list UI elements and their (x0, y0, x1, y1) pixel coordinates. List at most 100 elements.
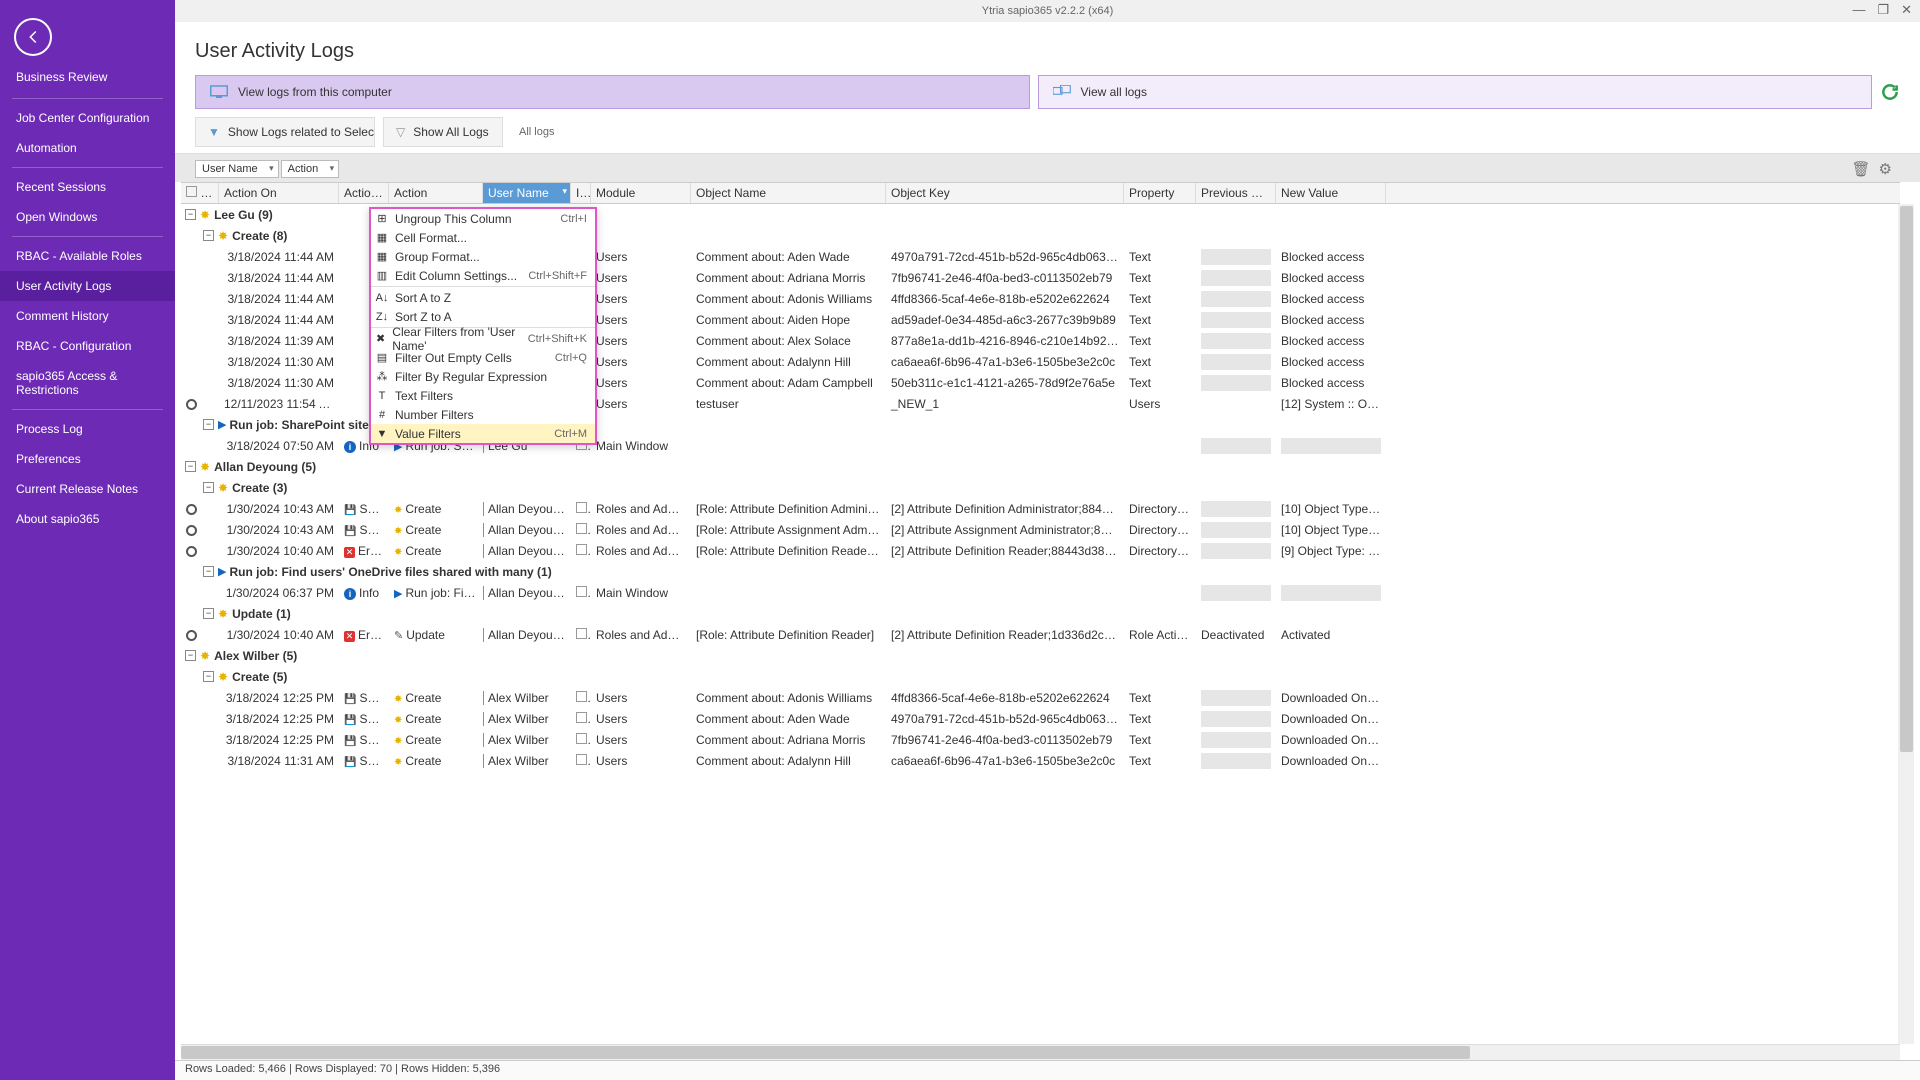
view-logs-computer-button[interactable]: View logs from this computer (195, 75, 1030, 109)
col-is[interactable]: Is... (571, 183, 591, 203)
sidebar-item-rbac-available-roles[interactable]: RBAC - Available Roles (0, 241, 175, 271)
column-context-menu: ⊞Ungroup This ColumnCtrl+I▦Cell Format..… (369, 207, 597, 445)
collapse-toggle[interactable]: − (203, 230, 214, 241)
ctx-number-filters[interactable]: #Number Filters (371, 405, 595, 424)
table-row[interactable]: 3/18/2024 12:25 PM💾Saved✸Create Alex Wil… (181, 708, 1914, 729)
sidebar-item-about-sapio365[interactable]: About sapio365 (0, 504, 175, 534)
col-previous-value[interactable]: Previous Value (1196, 183, 1276, 203)
saved-icon: 💾 (344, 715, 356, 726)
row-checkbox[interactable] (576, 502, 587, 513)
col-property[interactable]: Property (1124, 183, 1196, 203)
collapse-toggle[interactable]: − (203, 566, 214, 577)
close-button[interactable]: ✕ (1901, 2, 1912, 18)
collapse-toggle[interactable]: − (185, 650, 196, 661)
star-icon: ✸ (394, 694, 402, 705)
row-checkbox[interactable] (576, 691, 587, 702)
show-all-logs-button[interactable]: ▽ Show All Logs (383, 117, 503, 147)
collapse-toggle[interactable]: − (203, 671, 214, 682)
refresh-icon[interactable] (1880, 82, 1900, 102)
tab-all-logs[interactable]: All logs (511, 126, 562, 138)
target-icon (186, 399, 197, 410)
col-object-key[interactable]: Object Key (886, 183, 1124, 203)
ctx-text-filters[interactable]: TText Filters (371, 386, 595, 405)
table-row[interactable]: 1/30/2024 10:43 AM💾Saved✸Create Allan De… (181, 498, 1914, 519)
col-object-name[interactable]: Object Name (691, 183, 886, 203)
sidebar-item-preferences[interactable]: Preferences (0, 444, 175, 474)
row-checkbox[interactable] (576, 523, 587, 534)
info-icon: i (344, 588, 356, 600)
col-module[interactable]: Module (591, 183, 691, 203)
ctx-filter-by-regular-expression[interactable]: ⁂Filter By Regular Expression (371, 367, 595, 386)
sidebar-item-sapio365-access-restrictions[interactable]: sapio365 Access & Restrictions (0, 361, 175, 405)
row-checkbox[interactable] (576, 544, 587, 555)
table-row[interactable]: 3/18/2024 12:25 PM💾Saved✸Create Alex Wil… (181, 729, 1914, 750)
view-all-logs-button[interactable]: View all logs (1038, 75, 1873, 109)
col-user-name[interactable]: User Name▾ (483, 183, 571, 203)
col-new-value[interactable]: New Value (1276, 183, 1386, 203)
delete-icon[interactable]: 🗑 (1852, 160, 1871, 178)
table-row[interactable]: 3/18/2024 12:25 PM💾Saved✸Create Alex Wil… (181, 687, 1914, 708)
back-button[interactable] (14, 18, 52, 56)
star-icon: ✸ (200, 208, 210, 222)
titlebar: Ytria sapio365 v2.2.2 (x64) — ❐ ✕ (175, 0, 1920, 22)
column-header-row: Mult... Action On Action St... Action Us… (181, 182, 1900, 204)
table-row[interactable]: 1/30/2024 10:40 AM✕Error✎Update Allan De… (181, 624, 1914, 645)
maximize-button[interactable]: ❐ (1877, 2, 1889, 18)
show-logs-related-button[interactable]: ▼ Show Logs related to Selection (195, 117, 375, 147)
sidebar-item-user-activity-logs[interactable]: User Activity Logs (0, 271, 175, 301)
ctx-ungroup-this-column[interactable]: ⊞Ungroup This ColumnCtrl+I (371, 209, 595, 228)
target-icon (186, 504, 197, 515)
target-icon (186, 546, 197, 557)
row-checkbox[interactable] (576, 586, 587, 597)
play-icon: ▶ (394, 588, 402, 600)
minimize-button[interactable]: — (1852, 2, 1865, 18)
row-checkbox[interactable] (576, 712, 587, 723)
sidebar-item-current-release-notes[interactable]: Current Release Notes (0, 474, 175, 504)
ctx-group-format-[interactable]: ▦Group Format... (371, 247, 595, 266)
table-row[interactable]: 1/30/2024 06:37 PM iInfo ▶Run job: Find … (181, 582, 1914, 603)
horizontal-scrollbar[interactable] (181, 1044, 1900, 1060)
table-row[interactable]: 1/30/2024 10:43 AM💾Saved✸Create Allan De… (181, 519, 1914, 540)
ctx-filter-out-empty-cells[interactable]: ▤Filter Out Empty CellsCtrl+Q (371, 348, 595, 367)
row-checkbox[interactable] (576, 628, 587, 639)
ctx-sort-a-to-z[interactable]: A↓Sort A to Z (371, 288, 595, 307)
sidebar-item-automation[interactable]: Automation (0, 133, 175, 163)
ctx-value-filters[interactable]: ▼Value FiltersCtrl+M (371, 424, 595, 443)
row-checkbox[interactable] (576, 754, 587, 765)
sidebar-item-open-windows[interactable]: Open Windows (0, 202, 175, 232)
gear-icon[interactable]: ⚙ (1879, 160, 1892, 178)
sidebar-item-process-log[interactable]: Process Log (0, 414, 175, 444)
target-icon (186, 630, 197, 641)
ctx-cell-format-[interactable]: ▦Cell Format... (371, 228, 595, 247)
col-action-status[interactable]: Action St... (339, 183, 389, 203)
row-checkbox[interactable] (576, 733, 587, 744)
sidebar-item-comment-history[interactable]: Comment History (0, 301, 175, 331)
vertical-scrollbar[interactable] (1898, 204, 1914, 1044)
ctx-icon: ✖ (375, 332, 386, 345)
col-multi[interactable]: Mult... (181, 183, 219, 203)
collapse-toggle[interactable]: − (185, 209, 196, 220)
ctx-icon: ▥ (375, 269, 389, 282)
collapse-toggle[interactable]: − (203, 608, 214, 619)
collapse-toggle[interactable]: − (203, 482, 214, 493)
group-chip-user-name[interactable]: User Name (195, 160, 279, 178)
ctx-edit-column-settings-[interactable]: ▥Edit Column Settings...Ctrl+Shift+F (371, 266, 595, 285)
sidebar-item-rbac-configuration[interactable]: RBAC - Configuration (0, 331, 175, 361)
collapse-toggle[interactable]: − (185, 461, 196, 472)
target-icon (186, 525, 197, 536)
sidebar: Business Review Job Center Configuration… (0, 0, 175, 1080)
info-icon: i (344, 441, 356, 453)
table-row[interactable]: 1/30/2024 10:40 AM✕Error✸Create Allan De… (181, 540, 1914, 561)
sidebar-item-job-center-configuration[interactable]: Job Center Configuration (0, 103, 175, 133)
ctx-clear-filters-from-user-name-[interactable]: ✖Clear Filters from 'User Name'Ctrl+Shif… (371, 329, 595, 348)
collapse-toggle[interactable]: − (203, 419, 214, 430)
star-icon: ✸ (394, 505, 402, 516)
sidebar-item-recent-sessions[interactable]: Recent Sessions (0, 172, 175, 202)
error-icon: ✕ (344, 547, 355, 558)
col-action[interactable]: Action (389, 183, 483, 203)
pencil-icon: ✎ (394, 630, 403, 642)
col-action-on[interactable]: Action On (219, 183, 339, 203)
ctx-sort-z-to-a[interactable]: Z↓Sort Z to A (371, 307, 595, 326)
table-row[interactable]: 3/18/2024 11:31 AM💾Saved✸Create Alex Wil… (181, 750, 1914, 771)
group-chip-action[interactable]: Action (281, 160, 340, 178)
